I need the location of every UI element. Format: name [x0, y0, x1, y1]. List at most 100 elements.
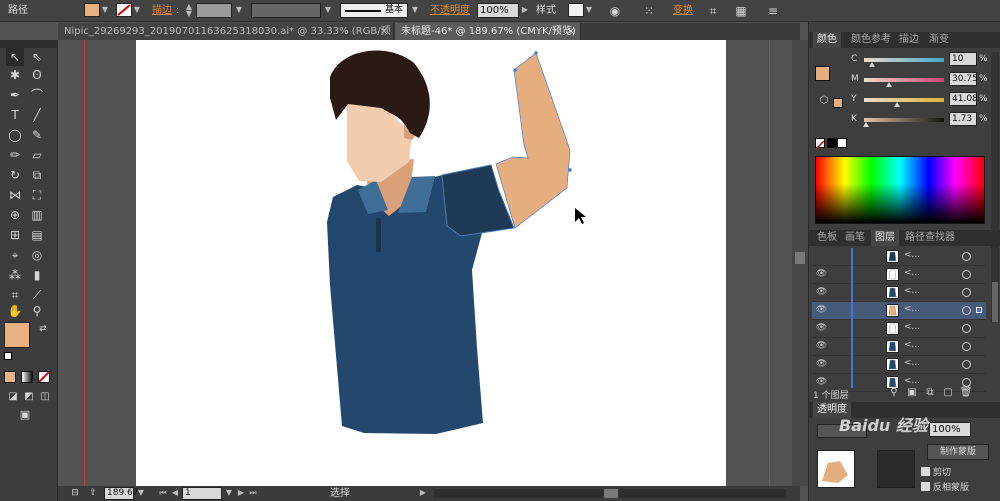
blend-tool-icon[interactable]: ◎ — [28, 246, 46, 264]
tab-color-guide[interactable]: 颜色参考 — [847, 32, 895, 48]
pen-tool-icon[interactable]: ✒ — [6, 86, 24, 104]
default-fill-stroke-icon[interactable] — [4, 352, 12, 360]
cmyk-slider-y[interactable] — [864, 98, 944, 102]
tab-swatches[interactable]: 色板 — [813, 230, 841, 246]
mask-thumbnail[interactable] — [877, 450, 915, 488]
pencil-tool-icon[interactable]: ✏ — [6, 146, 24, 164]
align-options-icon[interactable]: ⁙ — [640, 2, 658, 20]
swap-fill-stroke-icon[interactable]: ⇄ — [34, 320, 52, 338]
horizontal-scrollbar[interactable] — [434, 489, 786, 498]
clip-checkbox[interactable] — [921, 467, 930, 476]
cmyk-slider-handle[interactable] — [869, 62, 875, 67]
transform-panel-link[interactable]: 变换 — [673, 0, 693, 22]
rotate-tool-icon[interactable]: ↻ — [6, 166, 24, 184]
clipping-mask-icon[interactable]: ▣ — [903, 384, 921, 402]
visibility-eye-icon[interactable]: 👁 — [815, 268, 828, 280]
fill-dropdown-icon[interactable]: ▼ — [100, 4, 110, 16]
width-tool-icon[interactable]: ⋈ — [6, 186, 24, 204]
target-circle-icon[interactable] — [962, 288, 971, 297]
make-mask-button[interactable]: 制作蒙版 — [927, 444, 989, 460]
eyedropper-tool-icon[interactable]: ⌖ — [6, 246, 24, 264]
close-tab-icon[interactable]: × — [380, 23, 388, 40]
cmyk-value-y[interactable]: 41.08 — [949, 92, 978, 106]
line-tool-icon[interactable]: ╱ — [28, 106, 46, 124]
visibility-eye-icon[interactable]: 👁 — [815, 322, 828, 334]
panel-menu-icon[interactable]: ≡ — [764, 2, 782, 20]
gradient-tool-icon[interactable]: ▤ — [28, 226, 46, 244]
lasso-tool-icon[interactable]: ʘ — [28, 66, 46, 84]
cmyk-slider-m[interactable] — [864, 78, 944, 82]
tools-panel-grip[interactable] — [0, 40, 58, 48]
color-spectrum[interactable] — [815, 156, 985, 224]
cmyk-value-k[interactable]: 1.73 — [949, 112, 977, 126]
free-transform-tool-icon[interactable]: ⛶ — [28, 186, 46, 204]
arrange-icon[interactable]: ▦ — [732, 2, 750, 20]
zoom-dropdown-icon[interactable]: ▼ — [136, 487, 146, 499]
cmyk-slider-c[interactable] — [864, 58, 944, 62]
fill-color-box[interactable] — [4, 322, 30, 348]
tab-pathfinder[interactable]: 路径查找器 — [901, 230, 959, 246]
export-icon[interactable]: ⇪ — [84, 486, 102, 501]
variable-width-dropdown-icon[interactable]: ▼ — [323, 4, 333, 16]
ellipse-tool-icon[interactable]: ◯ — [6, 126, 24, 144]
symbol-sprayer-tool-icon[interactable]: ⁂ — [6, 266, 24, 284]
visibility-eye-icon[interactable]: 👁 — [815, 358, 828, 370]
next-artboard-icon[interactable]: ▶ — [236, 487, 246, 499]
style-swatch[interactable] — [568, 3, 584, 17]
stroke-dropdown-icon[interactable]: ▼ — [132, 4, 142, 16]
type-tool-icon[interactable]: T — [6, 106, 24, 124]
cmyk-value-m[interactable]: 30.75 — [949, 72, 978, 86]
last-artboard-icon[interactable]: ⏭ — [248, 487, 258, 499]
opacity-panel-link[interactable]: 不透明度 — [430, 0, 470, 22]
tab-brushes[interactable]: 画笔 — [841, 230, 869, 246]
layer-row[interactable]: 👁 <... — [812, 338, 986, 356]
opacity-dropdown-icon[interactable]: ▶ — [520, 4, 530, 16]
shape-builder-tool-icon[interactable]: ⊕ — [6, 206, 24, 224]
status-menu-icon[interactable]: ▶ — [418, 487, 428, 499]
scale-tool-icon[interactable]: ⧉ — [28, 166, 46, 184]
horizontal-scrollbar-thumb[interactable] — [604, 489, 618, 498]
cmyk-value-c[interactable]: 10 — [949, 52, 977, 66]
tab-stroke[interactable]: 描边 — [895, 32, 923, 48]
stroke-weight-dropdown-icon[interactable]: ▼ — [234, 4, 244, 16]
target-circle-icon[interactable] — [962, 324, 971, 333]
layer-row[interactable]: 👁 <... — [812, 356, 986, 374]
cmyk-slider-handle[interactable] — [886, 82, 892, 87]
white-swatch[interactable] — [837, 138, 847, 148]
artboard[interactable] — [136, 40, 726, 486]
scrollbar-thumb[interactable] — [795, 252, 805, 264]
tab-gradient[interactable]: 渐变 — [925, 32, 953, 48]
new-layer-icon[interactable]: ▢ — [939, 384, 957, 402]
none-mode-button[interactable] — [38, 371, 50, 383]
target-circle-icon[interactable] — [962, 252, 971, 261]
transparency-opacity-field[interactable]: 100% — [929, 422, 971, 437]
cmyk-slider-handle[interactable] — [863, 122, 869, 127]
visibility-eye-icon[interactable]: 👁 — [815, 304, 828, 316]
perspective-grid-tool-icon[interactable]: ▥ — [28, 206, 46, 224]
stroke-weight-field[interactable] — [196, 3, 232, 18]
target-circle-icon[interactable] — [962, 270, 971, 279]
character-illustration[interactable] — [136, 40, 726, 486]
last-color-swatch[interactable] — [833, 98, 843, 108]
column-graph-tool-icon[interactable]: ▮ — [28, 266, 46, 284]
paintbrush-tool-icon[interactable]: ✎ — [28, 126, 46, 144]
brush-definition-field[interactable]: 基本 — [340, 3, 408, 18]
selected-art-indicator[interactable] — [976, 307, 982, 313]
layer-row[interactable]: 👁 <... — [812, 302, 986, 320]
none-swatch[interactable] — [815, 138, 825, 150]
document-tab-active[interactable]: 未标题-46* @ 189.67% (CMYK/预览) × — [395, 23, 581, 40]
zoom-tool-icon[interactable]: ⚲ — [28, 302, 46, 320]
curvature-tool-icon[interactable]: ⌒ — [28, 86, 46, 104]
tab-layers[interactable]: 图层 — [871, 230, 899, 246]
document-tab[interactable]: Nipic_29269293_20190701163625318030.ai* … — [58, 23, 394, 54]
target-circle-icon[interactable] — [962, 342, 971, 351]
mesh-tool-icon[interactable]: ⊞ — [6, 226, 24, 244]
visibility-eye-icon[interactable]: 👁 — [815, 340, 828, 352]
stroke-color-swatch[interactable] — [116, 3, 132, 17]
tab-color[interactable]: 颜色 — [813, 32, 841, 48]
target-circle-icon[interactable] — [962, 306, 971, 315]
layer-row[interactable]: 👁 <... — [812, 266, 986, 284]
visibility-eye-icon[interactable]: 👁 — [815, 286, 828, 298]
style-dropdown-icon[interactable]: ▼ — [584, 4, 594, 16]
locate-object-icon[interactable]: ⚲ — [885, 384, 903, 402]
